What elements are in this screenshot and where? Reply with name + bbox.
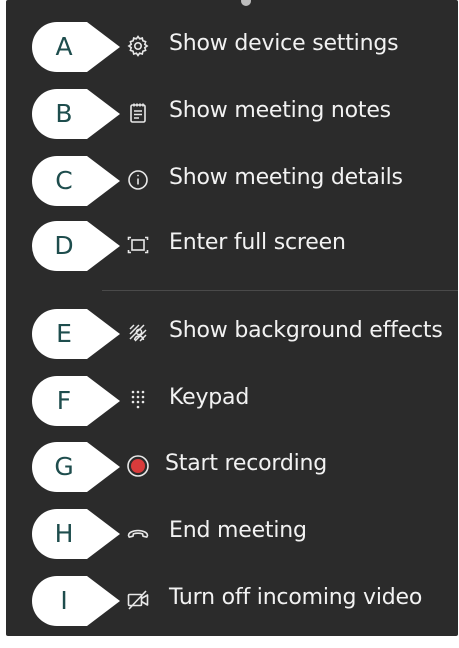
notes-icon: [126, 101, 150, 125]
callout-letter: C: [55, 166, 73, 195]
menu-item-turn-off-incoming-video[interactable]: I Turn off incoming video: [6, 571, 458, 631]
menu-item-meeting-details[interactable]: C Show meeting details: [6, 151, 458, 211]
menu-item-start-recording[interactable]: G Start recording: [6, 437, 458, 497]
video-off-icon: [126, 588, 150, 612]
callout-badge-f: F: [32, 376, 122, 426]
menu-item-label: Enter full screen: [169, 230, 346, 255]
menu-item-label: Show device settings: [169, 31, 399, 56]
menu-item-label: Keypad: [169, 385, 250, 410]
menu-item-end-meeting[interactable]: H End meeting: [6, 504, 458, 564]
callout-letter: D: [54, 231, 74, 260]
callout-badge-e: E: [32, 309, 122, 359]
menu-item-label: End meeting: [169, 518, 307, 543]
callout-letter: G: [54, 452, 74, 481]
menu-divider: [102, 290, 458, 291]
callout-badge-b: B: [32, 89, 122, 139]
menu-item-label: Show meeting notes: [169, 98, 391, 123]
info-icon: [126, 168, 150, 192]
menu-item-background-effects[interactable]: E Show background effects: [6, 304, 458, 364]
fullscreen-icon: [126, 233, 150, 257]
callout-badge-h: H: [32, 509, 122, 559]
menu-item-label: Turn off incoming video: [169, 585, 423, 610]
callout-letter: H: [54, 519, 74, 548]
keypad-icon: [126, 388, 150, 412]
menu-item-label: Show meeting details: [169, 165, 403, 190]
menu-item-label: Start recording: [165, 451, 328, 476]
record-icon: [126, 454, 150, 478]
callout-letter: E: [56, 319, 72, 348]
callout-letter: I: [60, 586, 68, 615]
callout-badge-i: I: [32, 576, 122, 626]
callout-letter: F: [56, 386, 72, 415]
callout-badge-d: D: [32, 221, 122, 271]
hang-up-icon: [126, 521, 150, 545]
menu-item-label: Show background effects: [169, 318, 443, 343]
menu-item-device-settings[interactable]: A Show device settings: [6, 17, 458, 77]
callout-badge-c: C: [32, 156, 122, 206]
menu-item-meeting-notes[interactable]: B Show meeting notes: [6, 84, 458, 144]
callout-letter: A: [55, 32, 73, 61]
more-actions-menu: A Show device settings B Show meeting no…: [6, 0, 458, 636]
background-effects-icon: [126, 321, 150, 345]
callout-letter: B: [55, 99, 73, 128]
menu-anchor-notch: [241, 0, 251, 6]
callout-badge-a: A: [32, 22, 122, 72]
callout-badge-g: G: [32, 442, 122, 492]
menu-item-full-screen[interactable]: D Enter full screen: [6, 216, 458, 276]
menu-item-keypad[interactable]: F Keypad: [6, 371, 458, 431]
gear-icon: [126, 34, 150, 58]
